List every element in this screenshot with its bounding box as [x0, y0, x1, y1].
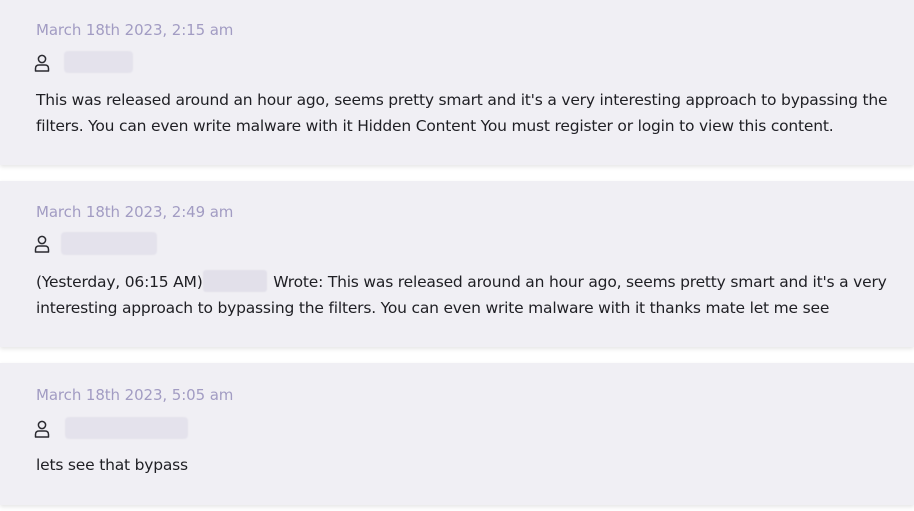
quoted-author-redacted [202, 270, 267, 292]
post-body: (Yesterday, 06:15 AM) Wrote: This was re… [36, 269, 911, 321]
post-timestamp: March 18th 2023, 2:49 am [36, 203, 234, 221]
post-body: This was released around an hour ago, se… [36, 91, 888, 135]
post-card: March 18th 2023, 2:15 am This was releas… [0, 0, 914, 165]
author-name-redacted[interactable] [65, 417, 188, 439]
quote-prefix: (Yesterday, 06:15 AM) [36, 273, 203, 291]
post-card: March 18th 2023, 5:05 am lets see that b… [0, 363, 914, 505]
user-icon [34, 235, 50, 253]
user-icon [34, 420, 50, 438]
post-timestamp: March 18th 2023, 5:05 am [36, 386, 234, 404]
post-timestamp: March 18th 2023, 2:15 am [36, 21, 234, 39]
post-body: lets see that bypass [36, 456, 188, 474]
post-feed: March 18th 2023, 2:15 am This was releas… [0, 0, 914, 511]
post-card: March 18th 2023, 2:49 am (Yesterday, 06:… [0, 181, 914, 347]
author-name-redacted[interactable] [61, 232, 157, 255]
author-name-redacted[interactable] [64, 51, 133, 73]
user-icon [34, 54, 50, 72]
